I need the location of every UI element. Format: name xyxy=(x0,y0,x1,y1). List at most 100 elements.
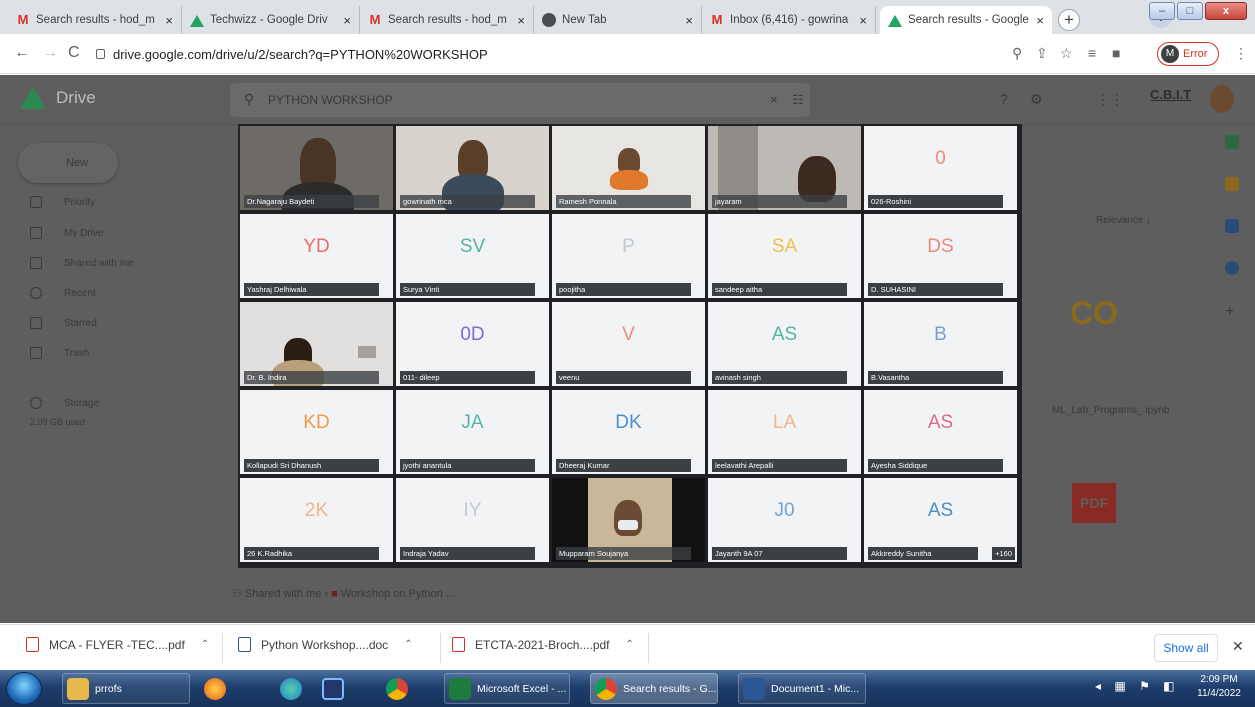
participant-tile[interactable]: Dr.Nagaraju Baydeti xyxy=(240,126,393,210)
close-window-icon[interactable]: x xyxy=(1205,2,1247,20)
chevron-up-icon[interactable]: ⌃ xyxy=(626,639,634,650)
tasks-icon[interactable] xyxy=(1225,219,1239,233)
participant-tile[interactable]: 0 026-Roshini xyxy=(864,126,1017,210)
browser-tab[interactable]: Techwizz - Google Driv × xyxy=(182,6,360,34)
participant-tile[interactable]: V veenu xyxy=(552,302,705,386)
download-item[interactable]: Python Workshop....doc ⌃ xyxy=(238,637,413,652)
browser-tab-active[interactable]: Search results - Google × xyxy=(880,6,1052,34)
pdf-file-thumbnail[interactable]: PDF xyxy=(1072,483,1116,523)
side-panel-icon[interactable]: ■ xyxy=(1112,45,1120,61)
download-item[interactable]: MCA - FLYER -TEC....pdf ⌃ xyxy=(26,637,209,652)
maximize-icon[interactable]: □ xyxy=(1177,2,1203,20)
address-bar[interactable]: drive.google.com/drive/u/2/search?q=PYTH… xyxy=(96,40,1086,68)
new-button[interactable]: New xyxy=(18,143,118,183)
add-addon-icon[interactable]: + xyxy=(1225,303,1243,321)
close-icon[interactable]: × xyxy=(165,13,173,28)
participant-tile[interactable]: AS Ayesha Siddique xyxy=(864,390,1017,474)
chevron-up-icon[interactable]: ⌃ xyxy=(404,639,412,650)
more-participants-count[interactable]: +160 xyxy=(992,547,1015,560)
participant-tile[interactable]: AS avinash singh xyxy=(708,302,861,386)
forward-arrow-icon[interactable]: → xyxy=(42,44,58,62)
flag-icon[interactable]: ⚑ xyxy=(1139,679,1150,693)
sidebar-item-my-drive[interactable]: My Drive xyxy=(30,227,103,239)
taskbar-item-chrome[interactable] xyxy=(382,673,422,704)
participant-tile[interactable]: 0D 011- dileep xyxy=(396,302,549,386)
participant-tile[interactable]: Mupparam Soujanya xyxy=(552,478,705,562)
share-icon[interactable]: ⇪ xyxy=(1036,45,1048,62)
participant-tile[interactable]: Dr. B. Indira xyxy=(240,302,393,386)
new-tab-button[interactable]: + xyxy=(1058,9,1080,31)
participant-tile[interactable]: KD Kollapudi Sri Dhanush xyxy=(240,390,393,474)
search-options-icon[interactable]: ☷ xyxy=(792,92,804,108)
colab-file-thumbnail[interactable]: CO xyxy=(1070,295,1118,332)
taskbar-item-word[interactable]: Document1 - Mic... xyxy=(738,673,866,704)
keep-icon[interactable] xyxy=(1225,177,1239,191)
reload-icon[interactable]: C xyxy=(68,44,80,62)
participant-tile[interactable]: DS D. SUHASINI xyxy=(864,214,1017,298)
close-downloads-icon[interactable]: ✕ xyxy=(1232,638,1244,655)
taskbar-item-excel[interactable]: Microsoft Excel - ... xyxy=(444,673,570,704)
breadcrumb-folder[interactable]: Workshop on Python ... xyxy=(341,588,455,600)
participant-tile[interactable]: DK Dheeraj Kumar xyxy=(552,390,705,474)
back-arrow-icon[interactable]: ← xyxy=(14,44,30,62)
sidebar-item-priority[interactable]: Priority xyxy=(30,196,95,208)
taskbar-item-explorer[interactable]: prrofs xyxy=(62,673,190,704)
participant-tile[interactable]: JA jyothi anantula xyxy=(396,390,549,474)
search-icon[interactable]: ⚲ xyxy=(244,91,254,108)
chrome-menu-icon[interactable]: ⋮ xyxy=(1234,45,1248,62)
chevron-up-icon[interactable]: ⌃ xyxy=(201,639,209,650)
show-all-button[interactable]: Show all xyxy=(1154,634,1218,662)
download-item[interactable]: ETCTA-2021-Broch....pdf ⌃ xyxy=(452,637,634,652)
taskbar-clock[interactable]: 2:09 PM 11/4/2022 xyxy=(1188,673,1250,701)
close-icon[interactable]: × xyxy=(343,13,351,28)
participant-tile[interactable]: Ramesh Ponnala xyxy=(552,126,705,210)
drive-logo[interactable]: Drive xyxy=(20,87,96,109)
help-icon[interactable]: ? xyxy=(1000,91,1008,107)
participant-tile[interactable]: SA sandeep aitha xyxy=(708,214,861,298)
file-name[interactable]: ML_Lab_Programs_.ipynb xyxy=(1052,405,1169,416)
star-bookmark-icon[interactable]: ☆ xyxy=(1060,45,1073,62)
drive-search-input[interactable]: PYTHON WORKSHOP xyxy=(230,83,810,117)
breadcrumb-root[interactable]: Shared with me xyxy=(245,588,321,600)
taskbar-item-firefox[interactable] xyxy=(200,673,240,704)
sidebar-item-starred[interactable]: Starred xyxy=(30,317,97,329)
reading-list-icon[interactable]: ≡ xyxy=(1088,45,1096,61)
participant-tile[interactable]: 2K 26 K.Radhika xyxy=(240,478,393,562)
settings-gear-icon[interactable]: ⚙ xyxy=(1030,91,1043,108)
taskbar-item-app[interactable] xyxy=(318,673,358,704)
taskbar-item-edge[interactable] xyxy=(276,673,316,704)
taskbar-item-chrome-active[interactable]: Search results - G... xyxy=(590,673,718,704)
show-hidden-icons[interactable]: ◂ xyxy=(1095,679,1101,693)
participant-tile[interactable]: J0 Jayanth 9A 07 xyxy=(708,478,861,562)
contacts-icon[interactable] xyxy=(1225,261,1239,275)
browser-tab[interactable]: M Inbox (6,416) - gowrina × xyxy=(702,6,876,34)
participant-tile[interactable]: AS Akkireddy Sunitha +160 xyxy=(864,478,1017,562)
browser-tab[interactable]: M Search results - hod_m × xyxy=(360,6,534,34)
participant-tile[interactable]: gowrinath mca xyxy=(396,126,549,210)
participant-tile[interactable]: YD Yashraj Delhiwala xyxy=(240,214,393,298)
participant-tile[interactable]: jayaram xyxy=(708,126,861,210)
participant-tile[interactable]: P poojitha xyxy=(552,214,705,298)
zoom-icon[interactable]: ⚲ xyxy=(1012,45,1022,62)
profile-error-button[interactable]: M Error xyxy=(1157,42,1219,66)
browser-tab[interactable]: New Tab × xyxy=(534,6,702,34)
sidebar-item-storage[interactable]: Storage xyxy=(30,397,99,409)
close-icon[interactable]: × xyxy=(859,13,867,28)
apps-grid-icon[interactable]: ⋮⋮ xyxy=(1096,91,1124,108)
sidebar-item-recent[interactable]: Recent xyxy=(30,287,96,299)
participant-tile[interactable]: LA leelavathi Arepalli xyxy=(708,390,861,474)
browser-tab[interactable]: M Search results - hod_m × xyxy=(8,6,182,34)
close-icon[interactable]: × xyxy=(517,13,525,28)
close-icon[interactable]: × xyxy=(685,13,693,28)
participant-tile[interactable]: IY Indraja Yadav xyxy=(396,478,549,562)
volume-icon[interactable]: ◧ xyxy=(1163,679,1174,693)
participant-tile[interactable]: B B.Vasantha xyxy=(864,302,1017,386)
calendar-icon[interactable] xyxy=(1225,135,1239,149)
account-avatar[interactable] xyxy=(1210,85,1234,113)
sidebar-item-shared[interactable]: Shared with me xyxy=(30,257,133,269)
minimize-icon[interactable]: – xyxy=(1149,2,1175,20)
start-button[interactable] xyxy=(6,672,42,705)
network-icon[interactable]: ▦ xyxy=(1114,679,1125,693)
clear-search-icon[interactable]: × xyxy=(770,92,778,107)
sort-relevance-button[interactable]: Relevance ↓ xyxy=(1096,215,1151,226)
